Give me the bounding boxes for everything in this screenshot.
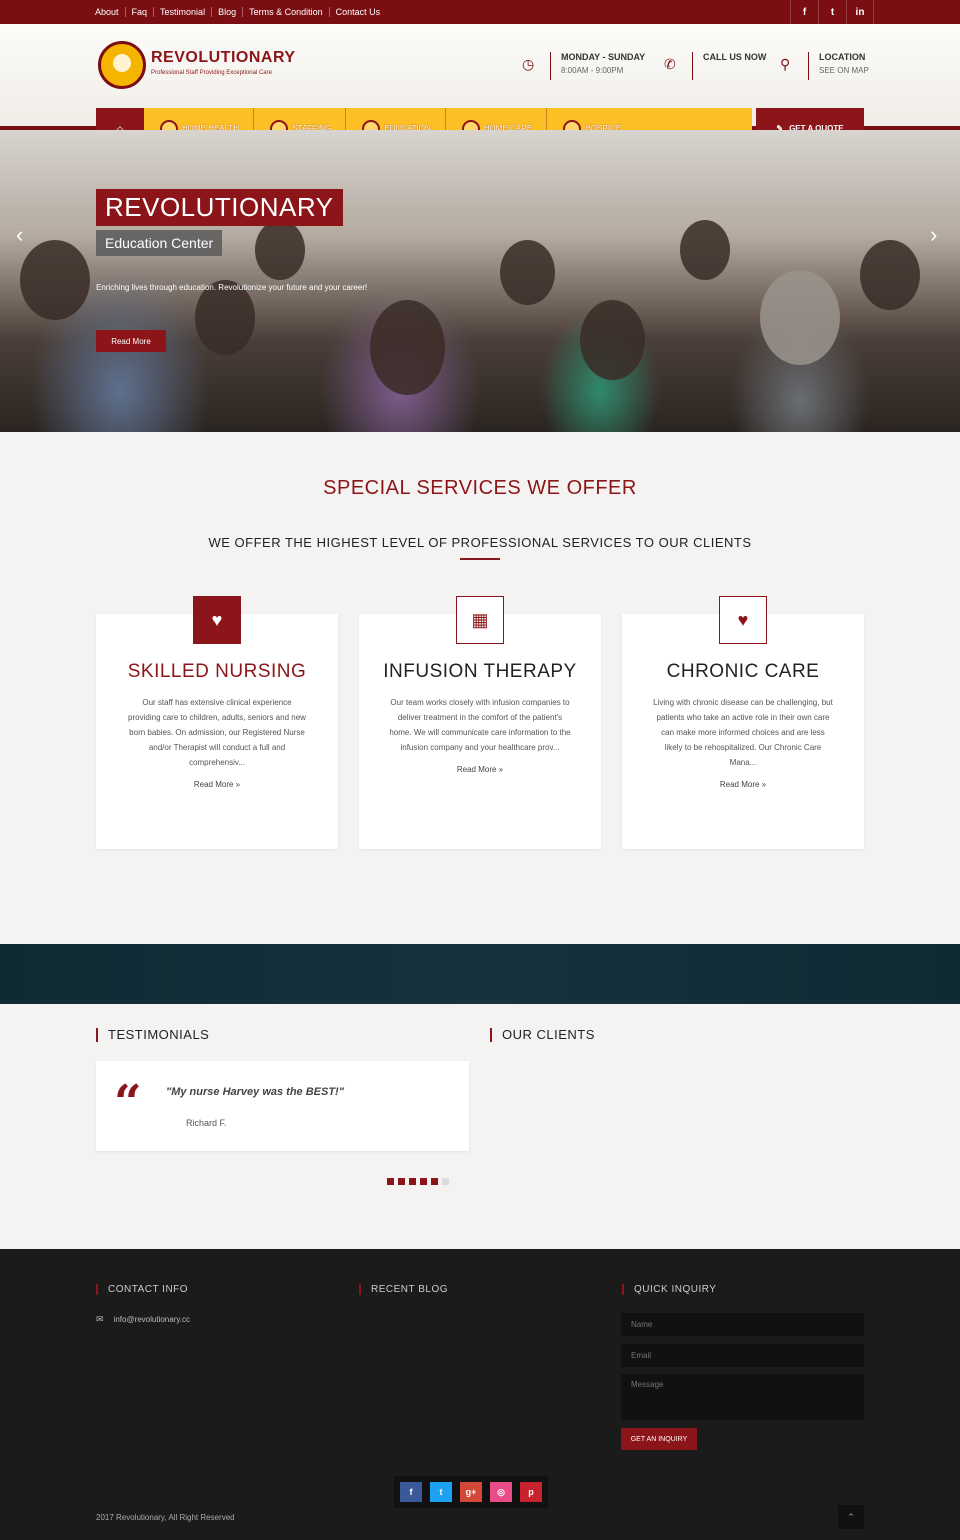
card-read-more-link[interactable]: Read More » — [96, 780, 338, 789]
top-link-faq[interactable]: Faq — [124, 7, 154, 17]
phone-icon: ✆ — [664, 56, 676, 72]
copyright: 2017 Revolutionary, All Right Reserved — [96, 1513, 235, 1522]
service-card-infusion-therapy: ▦ INFUSION THERAPY Our team works closel… — [359, 596, 601, 849]
call-title: CALL US NOW — [703, 52, 767, 62]
hero-text: Enriching lives through education. Revol… — [96, 283, 368, 292]
footer-socials: f t g+ ◎ p — [394, 1476, 548, 1508]
location-link[interactable]: SEE ON MAP — [819, 66, 869, 75]
quote-icon: “ — [114, 1075, 142, 1131]
linkedin-icon[interactable]: in — [846, 0, 874, 24]
inquiry-message-input[interactable] — [621, 1374, 864, 1420]
divider — [550, 52, 551, 80]
call-info: ✆ CALL US NOW — [664, 52, 766, 80]
pager-dot[interactable] — [387, 1178, 394, 1185]
pager-dot[interactable] — [409, 1178, 416, 1185]
top-link-contact[interactable]: Contact Us — [328, 7, 387, 17]
pager-dot[interactable] — [420, 1178, 427, 1185]
map-pin-icon: ⚲ — [780, 56, 791, 72]
testimonial-pager — [387, 1178, 453, 1185]
envelope-icon: ✉ — [96, 1314, 104, 1324]
hero-slider: ‹ › REVOLUTIONARY Education Center Enric… — [0, 130, 960, 432]
card-title[interactable]: INFUSION THERAPY — [359, 661, 601, 683]
next-slide-arrow[interactable]: › — [930, 222, 937, 248]
back-to-top-button[interactable]: ⌃ — [838, 1505, 864, 1529]
pager-dot[interactable] — [431, 1178, 438, 1185]
location-title: LOCATION — [819, 52, 866, 62]
pinterest-icon[interactable]: p — [520, 1482, 542, 1502]
logo-title[interactable]: REVOLUTIONARY — [151, 49, 296, 67]
services-subtitle: WE OFFER THE HIGHEST LEVEL OF PROFESSION… — [208, 535, 752, 550]
clients-heading: OUR CLIENTS — [490, 1028, 595, 1042]
service-card-skilled-nursing: ♥ SKILLED NURSING Our staff has extensiv… — [96, 596, 338, 849]
services-title: SPECIAL SERVICES WE OFFER — [323, 477, 637, 499]
facebook-icon[interactable]: f — [790, 0, 818, 24]
inquiry-email-input[interactable] — [621, 1344, 864, 1367]
pager-dot[interactable] — [398, 1178, 405, 1185]
card-read-more-link[interactable]: Read More » — [622, 780, 864, 789]
divider — [808, 52, 809, 80]
divider — [692, 52, 693, 80]
hours-value: 8:00AM - 9:00PM — [561, 66, 624, 75]
chevron-up-icon: ⌃ — [847, 1511, 855, 1522]
parallax-banner — [0, 944, 960, 1004]
clock-icon: ◷ — [522, 56, 535, 72]
card-text: Living with chronic disease can be chall… — [653, 698, 833, 767]
heartbeat-icon: ♥ — [719, 596, 767, 644]
top-links: About Faq Testimonial Blog Terms & Condi… — [95, 0, 386, 24]
footer-blog-heading: RECENT BLOG — [359, 1284, 448, 1295]
top-link-blog[interactable]: Blog — [211, 7, 242, 17]
top-socials: f t in — [790, 0, 874, 24]
testimonial-author: Richard F. — [186, 1118, 227, 1128]
footer-email: ✉ info@revolutionary.cc — [96, 1314, 190, 1325]
card-text: Our staff has extensive clinical experie… — [128, 698, 306, 767]
top-link-testimonial[interactable]: Testimonial — [153, 7, 211, 17]
heartbeat-icon: ♥ — [193, 596, 241, 644]
logo-icon[interactable] — [98, 41, 146, 89]
email-address[interactable]: info@revolutionary.cc — [114, 1315, 190, 1324]
hours-info: ◷ MONDAY - SUNDAY 8:00AM - 9:00PM — [522, 52, 645, 80]
hero-subtitle: Education Center — [96, 230, 223, 256]
pager-dot[interactable] — [442, 1178, 449, 1185]
footer-contact-heading: CONTACT INFO — [96, 1284, 188, 1295]
testimonial-quote: "My nurse Harvey was the BEST!" — [166, 1086, 344, 1098]
dribbble-icon[interactable]: ◎ — [490, 1482, 512, 1502]
divider — [460, 558, 500, 560]
hours-title: MONDAY - SUNDAY — [561, 52, 646, 62]
card-read-more-link[interactable]: Read More » — [359, 765, 601, 774]
testimonials-heading: TESTIMONIALS — [96, 1028, 209, 1042]
prev-slide-arrow[interactable]: ‹ — [16, 222, 23, 248]
location-info: ⚲ LOCATION SEE ON MAP — [780, 52, 869, 80]
inquiry-submit-button[interactable]: GET AN INQUIRY — [621, 1428, 697, 1450]
testimonial-card: “ "My nurse Harvey was the BEST!" Richar… — [96, 1061, 469, 1151]
card-title[interactable]: SKILLED NURSING — [96, 661, 338, 683]
footer-inquiry-heading: QUICK INQUIRY — [622, 1284, 716, 1295]
google-plus-icon[interactable]: g+ — [460, 1482, 482, 1502]
hero-title: REVOLUTIONARY — [96, 189, 343, 226]
logo-tagline: Professional Staff Providing Exceptional… — [151, 70, 272, 76]
hero-read-more-button[interactable]: Read More — [96, 330, 166, 352]
hospital-icon: ▦ — [456, 596, 504, 644]
top-link-terms[interactable]: Terms & Condition — [242, 7, 329, 17]
service-card-chronic-care: ♥ CHRONIC CARE Living with chronic disea… — [622, 596, 864, 849]
twitter-icon[interactable]: t — [430, 1482, 452, 1502]
card-text: Our team works closely with infusion com… — [389, 698, 571, 752]
twitter-icon[interactable]: t — [818, 0, 846, 24]
top-bar: About Faq Testimonial Blog Terms & Condi… — [0, 0, 960, 24]
facebook-icon[interactable]: f — [400, 1482, 422, 1502]
card-title[interactable]: CHRONIC CARE — [622, 661, 864, 683]
inquiry-name-input[interactable] — [621, 1313, 864, 1336]
top-link-about[interactable]: About — [95, 7, 125, 17]
